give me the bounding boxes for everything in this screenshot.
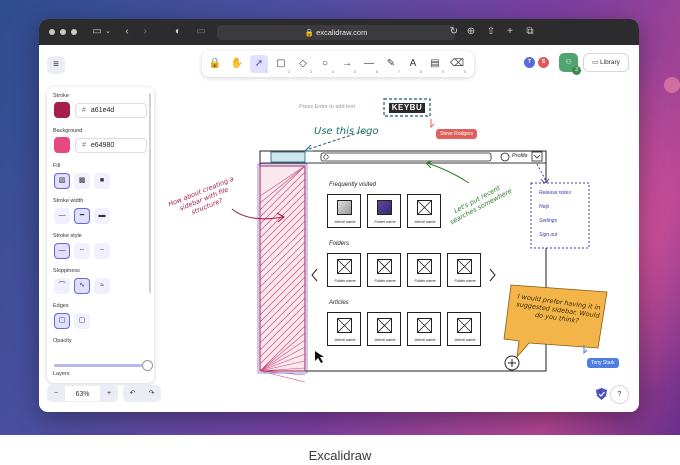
card[interactable]: Article name [327,194,361,228]
image-placeholder-icon [417,259,432,274]
card[interactable]: Folder name [327,253,361,287]
card[interactable]: Article name [367,312,401,346]
profile-label: Profile [512,153,528,159]
cursor-icon [430,119,435,129]
menu-item[interactable]: Sign out [539,232,557,238]
collaborator-cursor-label: Tony Stark [587,358,619,368]
search-arrow [426,162,470,184]
shield-privacy-icon[interactable]: ◐ [173,25,183,39]
card[interactable]: Folder name [447,253,481,287]
back-icon[interactable]: ‹ [123,25,131,39]
address-bar[interactable]: 🔒 excalidraw.com [217,25,455,40]
logo-placeholder[interactable] [270,151,306,163]
image-placeholder-icon [417,200,432,215]
tab-overview-icon[interactable]: ⧉ [525,25,535,39]
close-window-button[interactable] [49,29,55,35]
image-placeholder-icon [377,318,392,333]
image-placeholder-icon [377,259,392,274]
card-label: Folder name [374,279,396,283]
lock-icon: 🔒 [304,28,314,37]
url-text: excalidraw.com [316,28,368,37]
excalidraw-canvas[interactable]: ≡ 🔒 ✋ ➚ 1 ▢ 2 ◇ 3 ○ 4 → 5—6 ✎ 7 A 8 ▤ 9 ⌫ 0 Press Enter to … [39,45,639,412]
image-placeholder-icon [457,259,472,274]
card[interactable]: Article name [407,312,441,346]
hatch-line [259,370,306,383]
image-placeholder-icon [337,200,352,215]
menu-item[interactable]: Release notes [539,190,571,196]
desktop-background: ▭ ⌄ ‹ › ◐ ▭ 🔒 excalidraw.com ↻ ⊕ ⇧ + ⧉ ≡… [0,0,680,435]
card-label: Article name [414,338,436,342]
card-label: Folder name [414,279,436,283]
minimize-window-button[interactable] [60,29,66,35]
new-tab-icon[interactable]: + [505,25,515,39]
card-label: Article name [334,220,356,224]
reload-icon[interactable]: ↻ [449,25,459,39]
section-articles: Articles [329,300,349,306]
maximize-window-button[interactable] [71,29,77,35]
search-icon [323,154,329,160]
collaborator-cursor-label: Steve Rodgers [436,129,478,139]
download-icon[interactable]: ⊕ [465,25,477,39]
profile-dropdown-box[interactable] [531,151,543,162]
menu-item[interactable]: Help [539,204,549,210]
card-label: Folder name [334,279,356,283]
chevron-down-icon[interactable]: ⌄ [105,25,111,39]
card[interactable]: Folder name [407,253,441,287]
tab-icon[interactable]: ▭ [195,25,207,39]
image-caption: Excalidraw [308,448,372,463]
card-label: Folder name [454,279,476,283]
card-label: Article name [374,338,396,342]
card-label: Article name [334,338,356,342]
chevron-down-icon [533,154,541,159]
background-app-icon [664,77,680,93]
drawing-layer [231,98,608,383]
menu-arrow [536,163,546,183]
menu-item[interactable]: Settings [539,218,557,224]
card-label: Article name [454,338,476,342]
browser-titlebar: ▭ ⌄ ‹ › ◐ ▭ 🔒 excalidraw.com ↻ ⊕ ⇧ + ⧉ [39,19,639,45]
image-placeholder-icon [337,318,352,333]
card[interactable]: Article name [407,194,441,228]
logo-note[interactable]: Use this logo [314,126,379,137]
card-label: Folder name [374,220,396,224]
card-label: Article name [414,220,436,224]
carousel-prev-icon[interactable] [311,268,318,282]
image-placeholder-icon [457,318,472,333]
hatched-sidebar[interactable] [259,165,306,372]
carousel-next-icon[interactable] [489,268,496,282]
search-bar[interactable] [320,152,492,162]
forward-icon[interactable]: › [141,25,149,39]
card[interactable]: Folder name [367,253,401,287]
card[interactable]: Article name [447,312,481,346]
section-frequently-visited: Frequently visited [329,182,377,188]
card[interactable]: Article name [327,312,361,346]
section-folders: Folders [329,241,350,247]
image-placeholder-icon [337,259,352,274]
mouse-pointer-icon [315,351,324,363]
share-icon[interactable]: ⇧ [486,25,496,39]
plus-icon [508,359,516,367]
browser-window: ▭ ⌄ ‹ › ◐ ▭ 🔒 excalidraw.com ↻ ⊕ ⇧ + ⧉ ≡… [39,19,639,412]
sidebar-toggle-icon[interactable]: ▭ [91,25,103,39]
image-placeholder-icon [417,318,432,333]
card[interactable]: Folder name [367,194,401,228]
profile-avatar-icon [500,152,510,162]
image-placeholder-icon [377,200,392,215]
logo-text: KEYBU [391,103,423,112]
